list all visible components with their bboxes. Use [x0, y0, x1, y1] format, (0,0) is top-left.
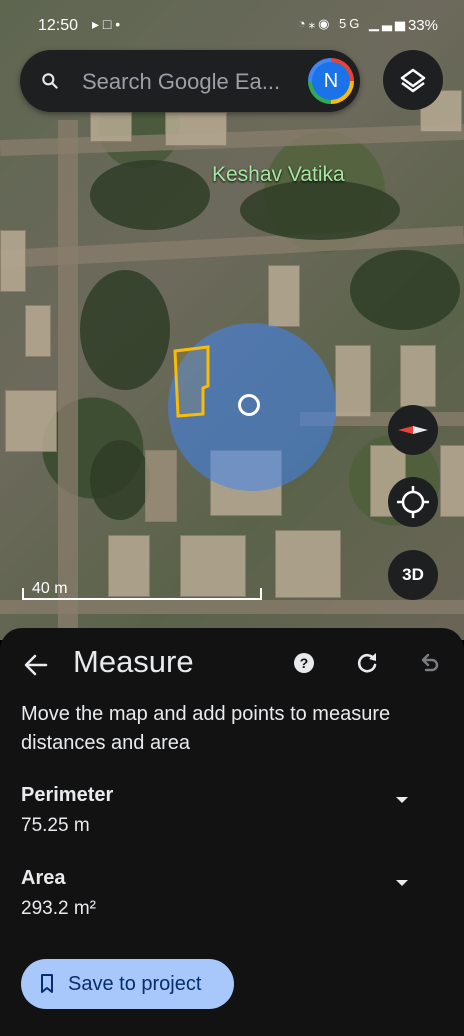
layers-icon: [400, 68, 426, 93]
measure-crosshair-point: [238, 394, 260, 416]
search-bar[interactable]: Search Google Ea... N: [20, 50, 360, 112]
area-row[interactable]: Area 293.2 m²: [21, 867, 441, 920]
measure-panel: Measure ? Move the map and add points to…: [0, 628, 464, 1036]
network-label: 5G: [339, 16, 363, 31]
scale-label: 40 m: [32, 580, 68, 597]
3d-toggle-button[interactable]: 3D: [388, 550, 438, 600]
bookmark-icon: [41, 974, 53, 993]
search-placeholder[interactable]: Search Google Ea...: [82, 69, 280, 95]
perimeter-row[interactable]: Perimeter 75.25 m: [21, 784, 441, 837]
redo-icon[interactable]: [354, 650, 380, 676]
save-to-project-button[interactable]: Save to project: [21, 959, 234, 1009]
back-arrow-icon[interactable]: [22, 651, 50, 679]
place-label[interactable]: Keshav Vatika: [212, 163, 345, 187]
svg-text:?: ?: [300, 655, 309, 671]
avatar-initial: N: [312, 62, 350, 100]
perimeter-label: Perimeter: [21, 784, 114, 806]
chevron-down-icon[interactable]: [396, 797, 408, 803]
status-time: 12:50: [38, 17, 79, 34]
layers-button[interactable]: [383, 50, 443, 110]
chevron-down-icon[interactable]: [396, 880, 408, 886]
my-location-button[interactable]: [388, 477, 438, 527]
compass-icon: [398, 426, 428, 434]
my-location-icon: [397, 486, 429, 518]
account-avatar[interactable]: N: [308, 58, 354, 104]
status-bar: 12:50 ▸ □ • ◔⁎◉ 5G ▁▃▅ 33%: [0, 0, 464, 52]
map-scale: 40 m: [22, 578, 262, 602]
panel-title: Measure: [73, 644, 194, 679]
area-label: Area: [21, 867, 66, 889]
undo-icon[interactable]: [416, 650, 442, 676]
system-status-icons: ◔⁎◉ 5G ▁▃▅: [297, 16, 408, 31]
search-icon: [42, 73, 58, 89]
battery-level: 33%: [407, 17, 438, 34]
notification-icons: ▸ □ •: [92, 16, 121, 32]
panel-description: Move the map and add points to measure d…: [21, 703, 391, 754]
help-icon[interactable]: ?: [293, 652, 315, 674]
perimeter-value: 75.25 m: [21, 815, 90, 836]
save-button-label: Save to project: [68, 973, 202, 995]
compass-button[interactable]: [388, 405, 438, 455]
area-value: 293.2 m²: [21, 898, 96, 919]
